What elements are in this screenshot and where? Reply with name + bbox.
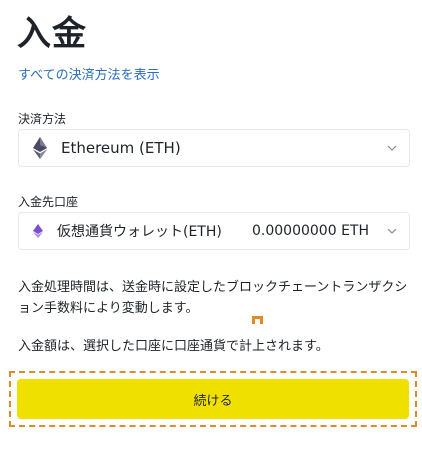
cursor-marker-icon [252, 316, 263, 324]
deposit-account-value: 仮想通貨ウォレット(ETH) [57, 224, 222, 240]
payment-method-select[interactable]: Ethereum (ETH) [18, 129, 410, 167]
ethereum-icon [33, 130, 47, 166]
payment-method-label: 決済方法 [18, 112, 67, 126]
chevron-down-icon [387, 130, 397, 166]
page-title: 入金 [17, 14, 87, 54]
show-all-payment-methods-link[interactable]: すべての決済方法を表示 [18, 64, 160, 83]
deposit-account-select[interactable]: 仮想通貨ウォレット(ETH) 0.00000000 ETH [18, 212, 410, 250]
processing-time-note: 入金処理時間は、送金時に設定したブロックチェーントランザクション手数料により変動… [18, 280, 408, 316]
deposit-account-balance: 0.00000000 ETH [252, 223, 369, 239]
chevron-down-icon [387, 213, 397, 249]
account-currency-note: 入金額は、選択した口座に口座通貨で計上されます。 [18, 339, 329, 354]
payment-method-value: Ethereum (ETH) [61, 139, 181, 157]
ethereum-icon [33, 213, 43, 249]
deposit-account-label: 入金先口座 [18, 195, 79, 209]
continue-button[interactable]: 続ける [17, 379, 409, 419]
